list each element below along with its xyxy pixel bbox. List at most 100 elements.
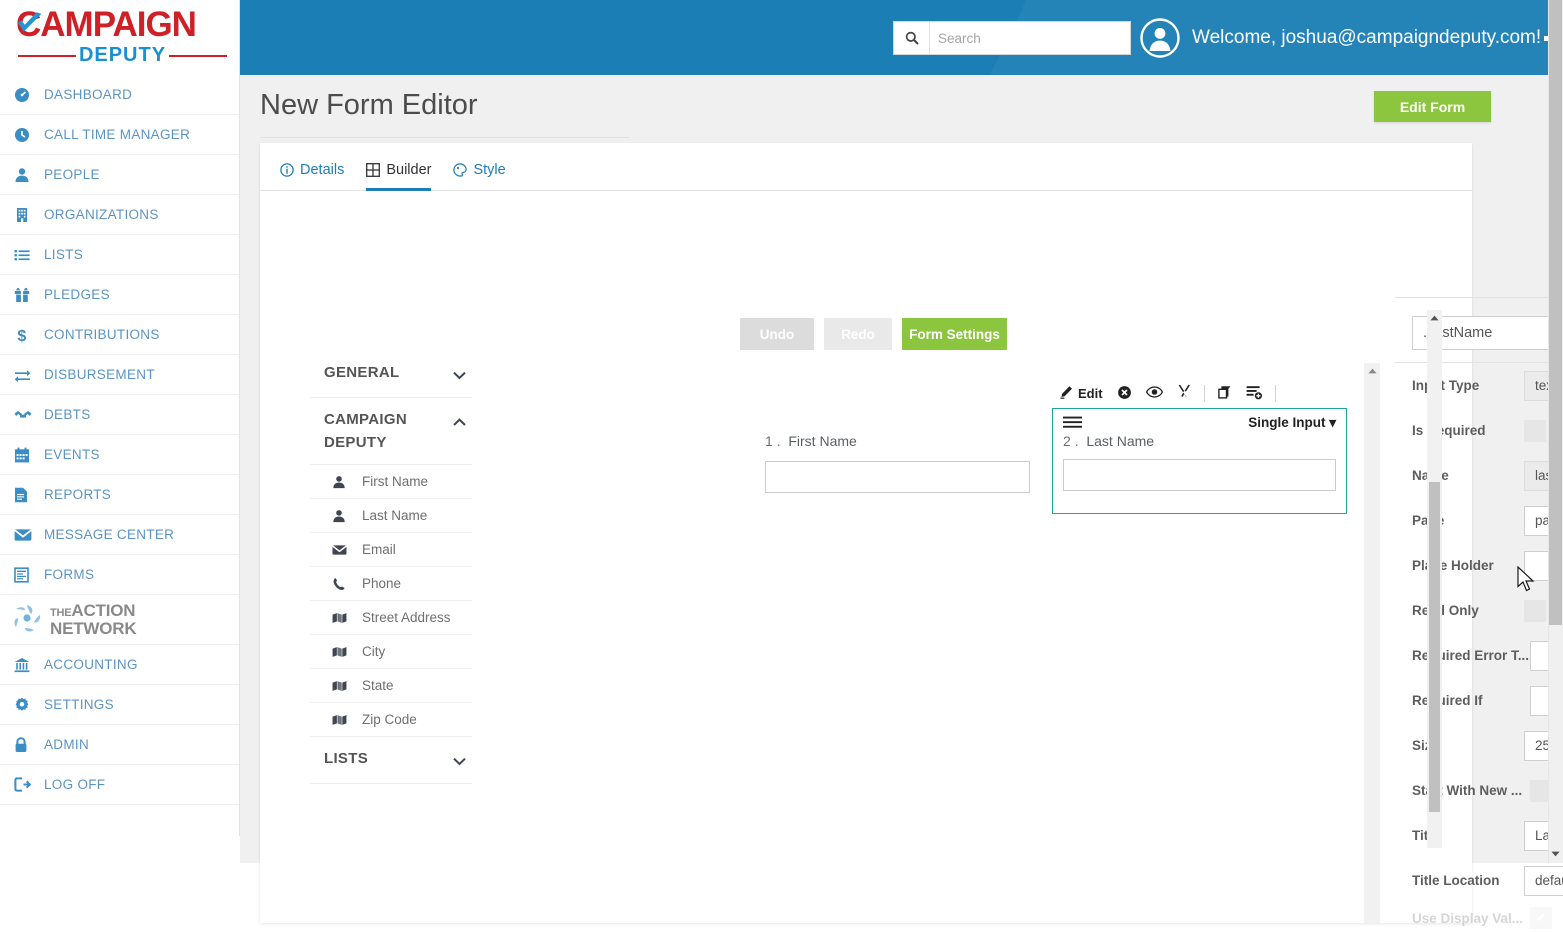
scroll-down-arrow-icon[interactable]: [1549, 847, 1562, 861]
welcome-text: Welcome, joshua@campaigndeputy.com!: [1192, 27, 1553, 49]
is-required-checkbox[interactable]: [1524, 419, 1546, 442]
sidebar-item-accounting[interactable]: ACCOUNTING: [0, 645, 239, 685]
sidebar-item-label: LISTS: [44, 247, 84, 262]
palette-item-email[interactable]: Email: [310, 533, 472, 567]
sidebar-item-forms[interactable]: FORMS: [0, 555, 239, 595]
clock-icon: [14, 127, 44, 143]
tab-style[interactable]: Style: [453, 162, 506, 191]
partner-logo-the: THE: [50, 606, 72, 619]
person-icon: [14, 167, 44, 183]
property-row-place-holder: Place Holder: [1395, 543, 1563, 588]
sidebar-item-dashboard[interactable]: DASHBOARD: [0, 75, 239, 115]
property-row-title: Title Last N Edit: [1395, 813, 1563, 858]
sidebar-item-pledges[interactable]: PLEDGES: [0, 275, 239, 315]
page-container: New Form Editor Edit Form Details Builde…: [240, 75, 1563, 929]
sidebar-item-message-center[interactable]: MESSAGE CENTER: [0, 515, 239, 555]
tab-label: Builder: [386, 162, 432, 178]
tab-builder[interactable]: Builder: [366, 162, 432, 191]
palette-item-first-name[interactable]: First Name: [310, 465, 472, 499]
gear-icon: [14, 697, 44, 713]
undo-button[interactable]: Undo: [740, 318, 814, 350]
person-icon: [332, 475, 348, 489]
title-location-value: default: [1535, 873, 1563, 888]
palette-item-zip-code[interactable]: Zip Code: [310, 703, 472, 737]
sidebar-item-label: DASHBOARD: [44, 87, 133, 102]
chevron-up-icon: [453, 408, 466, 434]
sidebar-item-label: ORGANIZATIONS: [44, 207, 159, 222]
field-add-to-list-button[interactable]: [1239, 382, 1270, 406]
scroll-up-arrow-icon[interactable]: [1364, 363, 1380, 379]
sidebar-item-organizations[interactable]: ORGANIZATIONS: [0, 195, 239, 235]
hamburger-drag-handle-icon[interactable]: [1063, 416, 1082, 431]
sidebar-item-log-off[interactable]: LOG OFF: [0, 765, 239, 805]
palette-icon: [453, 163, 468, 177]
sidebar-item-disbursement[interactable]: DISBURSEMENT: [0, 355, 239, 395]
page-scrollbar-thumb[interactable]: [1549, 0, 1562, 625]
edit-form-button[interactable]: Edit Form: [1374, 91, 1491, 122]
logo-wordmark-primary: CAMPAIGN: [16, 5, 197, 44]
property-row-required-if: Required If Edit: [1395, 678, 1563, 723]
map-icon: [332, 612, 348, 624]
sidebar-item-settings[interactable]: SETTINGS: [0, 685, 239, 725]
sidebar: CAMPAIGN DEPUTY DASHBOARD CALL TIME MANA…: [0, 0, 240, 836]
redo-button[interactable]: Redo: [824, 318, 892, 350]
sidebar-item-lists[interactable]: LISTS: [0, 235, 239, 275]
form-field-first-name[interactable]: 1 . First Name: [765, 433, 1030, 493]
exchange-arrows-icon: [14, 367, 44, 383]
property-row-name: Name lastName: [1395, 453, 1563, 498]
sidebar-item-the-action-network[interactable]: THEACTION NETWORK: [0, 595, 239, 645]
palette-group-lists[interactable]: LISTS: [310, 737, 472, 784]
palette-item-street-address[interactable]: Street Address: [310, 601, 472, 635]
sidebar-item-events[interactable]: EVENTS: [0, 435, 239, 475]
lock-icon: [14, 736, 44, 753]
field-edit-button[interactable]: Edit: [1052, 382, 1110, 406]
scroll-up-arrow-icon[interactable]: [1427, 310, 1442, 325]
field-preview-button[interactable]: [1139, 382, 1170, 406]
field-number: 2 .: [1063, 433, 1079, 449]
palette-item-phone[interactable]: Phone: [310, 567, 472, 601]
search-input[interactable]: [930, 23, 1130, 53]
action-network-swirl-icon: [10, 602, 44, 637]
palette-group-label: GENERAL: [324, 364, 400, 381]
field-delete-button[interactable]: [1110, 382, 1139, 406]
handshake-icon: [14, 408, 44, 422]
palette-item-label: First Name: [362, 474, 429, 489]
palette-item-last-name[interactable]: Last Name: [310, 499, 472, 533]
field-type-dropdown[interactable]: Single Input ▾: [1248, 415, 1336, 431]
sidebar-item-contributions[interactable]: $ CONTRIBUTIONS: [0, 315, 239, 355]
sidebar-item-reports[interactable]: REPORTS: [0, 475, 239, 515]
palette-group-general[interactable]: GENERAL: [310, 351, 472, 398]
tab-label: Details: [300, 162, 345, 178]
map-icon: [332, 680, 348, 692]
field-duplicate-button[interactable]: [1210, 382, 1239, 406]
field-cut-button[interactable]: [1170, 382, 1199, 406]
canvas-scrollbar[interactable]: [1364, 363, 1380, 923]
tab-details[interactable]: Details: [280, 162, 344, 191]
global-search[interactable]: [893, 21, 1131, 55]
properties-scrollbar-thumb[interactable]: [1429, 482, 1440, 812]
palette-item-label: State: [362, 678, 394, 693]
search-icon[interactable]: [894, 22, 930, 54]
title-location-dropdown[interactable]: default: [1524, 865, 1563, 896]
sidebar-item-label: ADMIN: [44, 737, 89, 752]
user-menu[interactable]: Welcome, joshua@campaigndeputy.com!: [1140, 14, 1553, 62]
read-only-checkbox[interactable]: [1524, 599, 1546, 622]
sidebar-item-admin[interactable]: ADMIN: [0, 725, 239, 765]
palette-group-label-line1: CAMPAIGN: [324, 411, 407, 428]
field-text-input[interactable]: [1063, 459, 1336, 491]
palette-group-label: CAMPAIGN DEPUTY: [324, 408, 407, 454]
app-logo[interactable]: CAMPAIGN DEPUTY: [0, 0, 239, 75]
palette-item-city[interactable]: City: [310, 635, 472, 669]
property-row-required-error-text: Required Error T... Edit: [1395, 633, 1563, 678]
form-field-last-name-selected[interactable]: Single Input ▾ 2 . Last Name: [1052, 408, 1347, 514]
sidebar-item-people[interactable]: PEOPLE: [0, 155, 239, 195]
sidebar-item-call-time-manager[interactable]: CALL TIME MANAGER: [0, 115, 239, 155]
welcome-label: Welcome, joshua@campaigndeputy.com!: [1192, 27, 1542, 48]
form-settings-button[interactable]: Form Settings: [902, 318, 1007, 350]
use-display-value-checkbox[interactable]: ✔: [1530, 907, 1552, 929]
field-text-input[interactable]: [765, 461, 1030, 493]
palette-item-state[interactable]: State: [310, 669, 472, 703]
palette-group-campaign-deputy[interactable]: CAMPAIGN DEPUTY: [310, 398, 472, 465]
page-scrollbar[interactable]: [1548, 0, 1563, 863]
sidebar-item-debts[interactable]: DEBTS: [0, 395, 239, 435]
